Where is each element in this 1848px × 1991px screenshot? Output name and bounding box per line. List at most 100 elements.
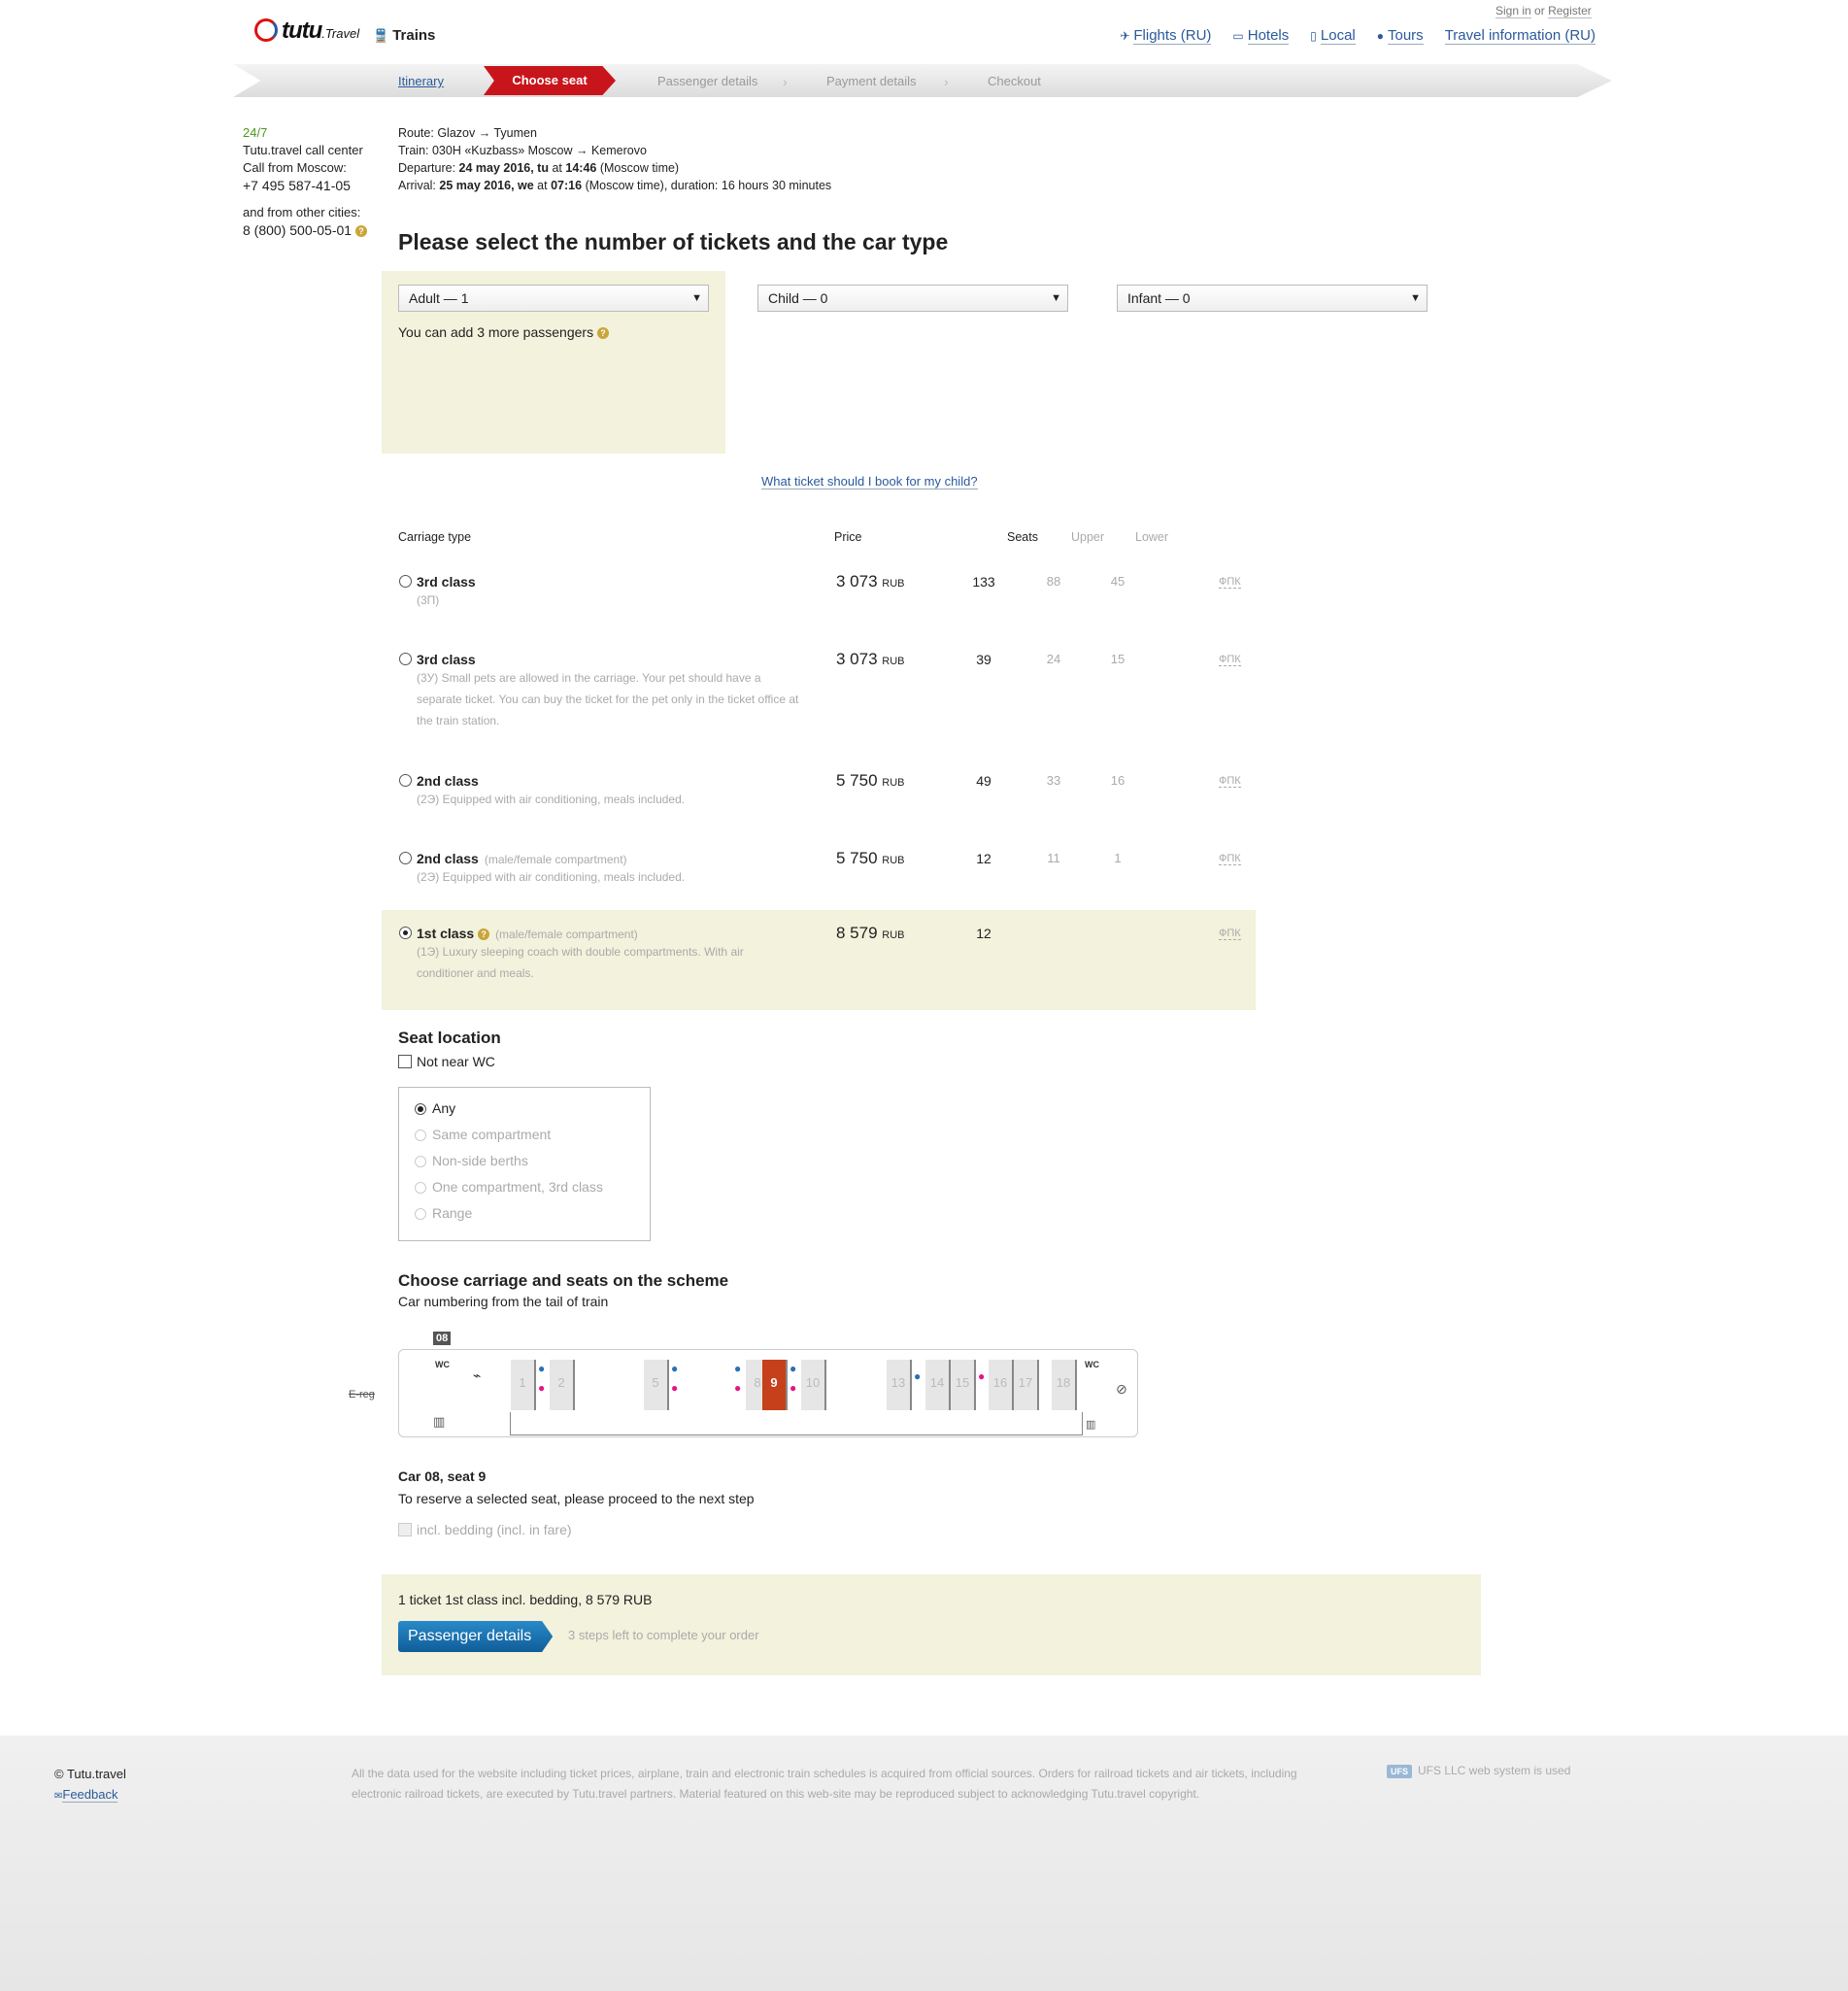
car-number-badge: 08	[433, 1332, 452, 1345]
infant-select[interactable]: Infant — 0 ▼	[1117, 285, 1428, 312]
feedback-link[interactable]: Feedback	[62, 1787, 118, 1803]
carriage-row[interactable]: 3rd class (3П) 3 073 RUB 133 88 45 ФПК	[382, 566, 1256, 624]
seat: 5	[644, 1360, 669, 1410]
option-non-side-berths: Non-side berths	[415, 1148, 634, 1174]
question-icon[interactable]: ?	[354, 225, 367, 237]
child-select[interactable]: Child — 0 ▼	[757, 285, 1068, 312]
passenger-hint: You can add 3 more passengers ?	[398, 324, 609, 340]
fpk-link[interactable]: ФПК	[1219, 576, 1241, 589]
no-smoking-icon: ⊘	[1116, 1381, 1127, 1397]
seat: 2	[550, 1360, 575, 1410]
ufs-logo: UFS	[1387, 1765, 1412, 1778]
register-link[interactable]: Register	[1548, 4, 1592, 18]
seat-location-heading: Seat location	[398, 1029, 501, 1047]
seat: 13	[887, 1360, 912, 1410]
question-icon[interactable]: ?	[596, 327, 609, 339]
pin-icon: ●	[1376, 29, 1384, 43]
passenger-details-button[interactable]: Passenger details	[398, 1621, 554, 1652]
nav-tours[interactable]: ● Tours	[1377, 27, 1424, 45]
nav-local[interactable]: ▯ Local	[1310, 27, 1356, 45]
not-near-wc-option[interactable]: Not near WC	[398, 1054, 495, 1069]
male-icon: ●	[538, 1362, 546, 1375]
seat: 1	[511, 1360, 536, 1410]
female-icon: ●	[671, 1381, 679, 1395]
step-checkout: Checkout	[988, 74, 1041, 88]
carriage-radio[interactable]	[399, 774, 412, 787]
dropdown-arrow-icon: ▼	[1410, 292, 1421, 304]
step-choose-seat: Choose seat	[484, 66, 616, 95]
male-icon: ●	[790, 1362, 797, 1375]
tutu-logo[interactable]: tutu.Travel	[254, 17, 359, 45]
header-upper: Upper	[1071, 530, 1105, 544]
carriage-scheme: WC ⌁ ▥ WC ⊘ ▥ 1 2 5 8 9 10 13 14 15 16 1…	[398, 1349, 1138, 1437]
sign-in-link[interactable]: Sign in	[1495, 4, 1531, 18]
male-icon: ●	[671, 1362, 679, 1375]
auth-links: Sign in or Register	[1495, 4, 1592, 18]
chevron-right-icon: ›	[944, 74, 949, 89]
header-lower: Lower	[1135, 530, 1169, 544]
fpk-link[interactable]: ФПК	[1219, 853, 1241, 865]
seat: 18	[1052, 1360, 1077, 1410]
other-phone: 8 (800) 500-05-01	[243, 222, 353, 238]
carriage-radio[interactable]	[399, 852, 412, 864]
header-seats: Seats	[1007, 530, 1038, 544]
female-icon: ●	[538, 1381, 546, 1395]
legal-text: All the data used for the website includ…	[352, 1767, 1297, 1801]
carriage-radio[interactable]	[399, 653, 412, 665]
nav-flights[interactable]: ✈ Flights (RU)	[1120, 27, 1212, 45]
progress-steps: Itinerary Choose seat Passenger details …	[233, 64, 1612, 97]
seat: 17	[1014, 1360, 1039, 1410]
selection-title: Car 08, seat 9	[398, 1468, 487, 1484]
scheme-subheading: Car numbering from the tail of train	[398, 1294, 609, 1309]
wc-label: WC	[1085, 1360, 1099, 1369]
page-title: Please select the number of tickets and …	[398, 229, 949, 254]
fpk-link[interactable]: ФПК	[1219, 928, 1241, 940]
conductor-icon: ⌁	[473, 1367, 482, 1383]
seat: 15	[951, 1360, 976, 1410]
adult-select[interactable]: Adult — 1 ▼	[398, 285, 709, 312]
dropdown-arrow-icon: ▼	[1051, 292, 1061, 304]
child-ticket-link[interactable]: What ticket should I book for my child?	[761, 474, 978, 489]
footer: © Tutu.travel ✉Feedback All the data use…	[0, 1736, 1848, 1991]
chevron-right-icon: ›	[783, 74, 788, 89]
female-icon: ●	[734, 1381, 742, 1395]
header-carriage-type: Carriage type	[398, 530, 472, 544]
order-summary: 1 ticket 1st class incl. bedding, 8 579 …	[382, 1574, 1481, 1675]
top-navigation: ✈ Flights (RU) ▭ Hotels ▯ Local ● Tours Trav…	[1120, 27, 1596, 45]
seat-preference-box: Any Same compartment Non-side berths One…	[398, 1087, 651, 1241]
male-icon: ●	[914, 1369, 922, 1383]
not-near-wc-checkbox[interactable]	[398, 1055, 412, 1068]
copyright: © Tutu.travel	[54, 1767, 126, 1781]
call-center: 24/7 Tutu.travel call center Call from M…	[243, 124, 367, 239]
carriage-row[interactable]: 2nd class (2Э) Equipped with air conditi…	[382, 765, 1256, 824]
female-icon: ●	[790, 1381, 797, 1395]
carriage-row[interactable]: 3rd class (3У) Small pets are allowed in…	[382, 644, 1256, 741]
ufs-credit: UFS UFS LLC web system is used	[1387, 1764, 1570, 1778]
fpk-link[interactable]: ФПК	[1219, 775, 1241, 788]
carriage-radio[interactable]	[399, 575, 412, 588]
carriage-radio[interactable]	[399, 927, 412, 939]
male-icon: ●	[734, 1362, 742, 1375]
train-icon: ▯	[1310, 29, 1317, 43]
e-reg-label: E-reg	[349, 1389, 375, 1400]
step-itinerary[interactable]: Itinerary	[398, 74, 444, 88]
logo-swirl-icon	[254, 18, 278, 42]
trash-icon: ▥	[433, 1414, 446, 1429]
fpk-link[interactable]: ФПК	[1219, 654, 1241, 666]
train-icon: 🚆	[373, 28, 389, 43]
option-one-compartment: One compartment, 3rd class	[415, 1174, 634, 1200]
carriage-row-selected[interactable]: 1st class ? (male/female compartment) (1Э…	[382, 910, 1256, 1010]
bedding-checkbox	[398, 1523, 412, 1536]
plane-icon: ✈	[1120, 29, 1130, 43]
nav-hotels[interactable]: ▭ Hotels	[1232, 27, 1290, 45]
bed-icon: ▭	[1232, 29, 1244, 43]
scheme-heading: Choose carriage and seats on the scheme	[398, 1271, 729, 1290]
carriage-row[interactable]: 2nd class (male/female compartment) (2Э) …	[382, 843, 1256, 901]
seat-selected[interactable]: 9	[762, 1360, 788, 1410]
seat: 16	[989, 1360, 1014, 1410]
selection-note: To reserve a selected seat, please proce…	[398, 1491, 755, 1506]
question-icon[interactable]: ?	[478, 928, 490, 940]
option-any[interactable]: Any	[415, 1096, 634, 1122]
nav-travel-info[interactable]: Travel information (RU)	[1444, 27, 1596, 45]
corridor	[510, 1412, 1083, 1435]
